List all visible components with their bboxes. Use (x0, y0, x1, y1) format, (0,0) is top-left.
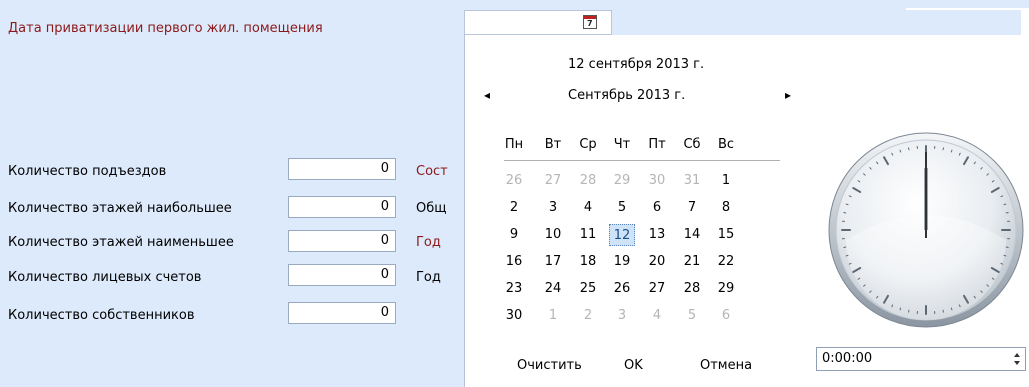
min-floors-field[interactable]: 0 (288, 230, 396, 252)
calendar-day[interactable]: 10 (540, 224, 566, 246)
weekday-header: Вс (717, 137, 735, 152)
calendar-day[interactable]: 1 (540, 305, 566, 327)
calendar-day[interactable]: 13 (644, 224, 670, 246)
weekday-header: Пн (504, 137, 524, 152)
clock-tick (1003, 254, 1007, 257)
owners-field[interactable]: 0 (288, 302, 396, 324)
weekday-header: Ср (579, 137, 597, 152)
time-spinner[interactable] (1013, 351, 1021, 367)
calendar-day[interactable]: 25 (575, 278, 601, 300)
calendar-day[interactable]: 20 (644, 251, 670, 273)
calendar-day[interactable]: 22 (713, 251, 739, 273)
weekday-header: Вт (544, 137, 562, 152)
month-title[interactable]: Сентябрь 2013 г. (568, 88, 685, 103)
calendar-button[interactable]: 7 (583, 15, 597, 29)
clock-tick (950, 149, 953, 153)
calendar-icon: 7 (587, 19, 593, 28)
calendar-day[interactable]: 19 (609, 251, 635, 273)
calendar-day[interactable]: 7 (679, 197, 705, 219)
weekday-header: Пт (648, 137, 666, 152)
calendar-day[interactable]: 2 (575, 305, 601, 327)
calendar-day[interactable]: 21 (679, 251, 705, 273)
today-link[interactable]: 12 сентября 2013 г. (568, 57, 704, 72)
calendar-day[interactable]: 17 (540, 251, 566, 273)
prev-month-button[interactable]: ◂ (484, 88, 490, 102)
clock-tick (845, 203, 849, 206)
calendar-day[interactable]: 26 (609, 278, 635, 300)
calendar-day[interactable]: 4 (644, 305, 670, 327)
entrances-label: Количество подъездов (8, 164, 167, 179)
top-strip (906, 8, 1029, 10)
privatization-date-label: Дата приватизации первого жил. помещения (8, 21, 323, 36)
calendar-day[interactable]: 9 (501, 224, 527, 246)
calendar-day[interactable]: 14 (679, 224, 705, 246)
calendar-day[interactable]: 6 (713, 305, 739, 327)
clock-tick (899, 307, 902, 311)
calendar-day[interactable]: 29 (609, 170, 635, 192)
clock-tick (899, 149, 902, 153)
right-strip (1021, 10, 1029, 35)
calendar-day[interactable]: 27 (644, 278, 670, 300)
calendar-day[interactable]: 24 (540, 278, 566, 300)
calendar-day[interactable]: 27 (540, 170, 566, 192)
clock-tick (845, 254, 849, 257)
calendar-day[interactable]: 12 (609, 224, 635, 246)
time-input[interactable]: 0:00:00 (816, 347, 1026, 371)
analog-clock (826, 130, 1026, 330)
calendar-day[interactable]: 18 (575, 251, 601, 273)
calendar-day[interactable]: 5 (609, 197, 635, 219)
owners-label: Количество собственников (8, 308, 195, 323)
calendar-day[interactable]: 28 (679, 278, 705, 300)
side-label-2: Общ (416, 201, 447, 216)
calendar-day[interactable]: 8 (713, 197, 739, 219)
calendar-day[interactable]: 2 (501, 197, 527, 219)
min-floors-label: Количество этажей наименьшее (8, 235, 234, 250)
clock-tick (1003, 203, 1007, 206)
accounts-field[interactable]: 0 (288, 264, 396, 286)
cancel-button[interactable]: Отмена (700, 358, 752, 373)
max-floors-label: Количество этажей наибольшее (8, 201, 232, 216)
clock-tick (950, 307, 953, 311)
side-label-4: Год (416, 270, 441, 285)
calendar-day[interactable]: 11 (575, 224, 601, 246)
accounts-label: Количество лицевых счетов (8, 270, 202, 285)
entrances-field[interactable]: 0 (288, 158, 396, 180)
calendar-day[interactable]: 3 (540, 197, 566, 219)
calendar-day[interactable]: 15 (713, 224, 739, 246)
calendar-day[interactable]: 28 (575, 170, 601, 192)
calendar-day[interactable]: 1 (713, 170, 739, 192)
calendar-day[interactable]: 31 (679, 170, 705, 192)
calendar-day[interactable]: 16 (501, 251, 527, 273)
calendar-day[interactable]: 30 (644, 170, 670, 192)
ok-button[interactable]: OK (624, 358, 643, 373)
calendar-day[interactable]: 23 (501, 278, 527, 300)
calendar-day[interactable]: 30 (501, 305, 527, 327)
weekday-header: Чт (613, 137, 631, 152)
clock-face (828, 132, 1024, 328)
calendar-day[interactable]: 5 (679, 305, 705, 327)
calendar-day[interactable]: 3 (609, 305, 635, 327)
clear-button[interactable]: Очистить (517, 358, 582, 373)
time-value: 0:00:00 (822, 351, 873, 366)
weekday-separator (504, 160, 780, 161)
side-label-3: Год (416, 235, 441, 250)
calendar-day[interactable]: 4 (575, 197, 601, 219)
calendar-day[interactable]: 26 (501, 170, 527, 192)
calendar-day[interactable]: 29 (713, 278, 739, 300)
max-floors-field[interactable]: 0 (288, 196, 396, 218)
weekday-header: Сб (683, 137, 701, 152)
side-label-1: Сост (416, 164, 448, 179)
next-month-button[interactable]: ▸ (785, 88, 791, 102)
calendar-day[interactable]: 6 (644, 197, 670, 219)
